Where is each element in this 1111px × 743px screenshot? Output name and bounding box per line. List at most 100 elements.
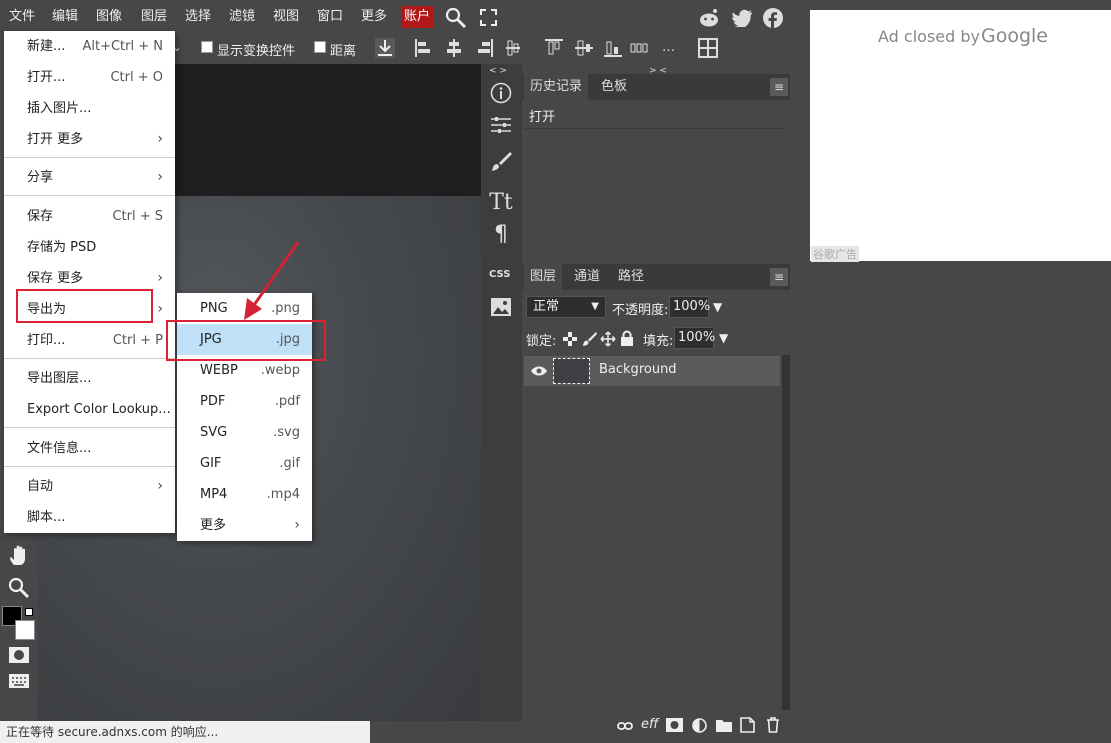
align-middle-icon[interactable] bbox=[503, 38, 523, 58]
menu-item-open-more[interactable]: 打开 更多 › bbox=[4, 124, 175, 155]
menu-layer[interactable]: 图层 bbox=[141, 8, 167, 26]
reddit-icon[interactable] bbox=[698, 8, 720, 28]
distance-checkbox[interactable] bbox=[314, 41, 326, 53]
layers-panel-menu-icon[interactable]: ≡ bbox=[770, 268, 788, 286]
new-layer-icon[interactable] bbox=[740, 717, 755, 733]
ad-text: Ad closed by bbox=[878, 27, 980, 46]
paragraph-icon[interactable]: ¶ bbox=[488, 222, 514, 248]
menu-filter[interactable]: 滤镜 bbox=[229, 8, 255, 26]
add-mask-icon[interactable] bbox=[666, 718, 683, 732]
quick-mask-icon[interactable] bbox=[9, 647, 29, 663]
align-vcenter-icon[interactable] bbox=[574, 38, 594, 58]
folder-icon[interactable] bbox=[716, 718, 732, 732]
grid-icon[interactable] bbox=[698, 38, 718, 58]
brush-icon[interactable] bbox=[490, 151, 512, 173]
chevron-right-icon: › bbox=[157, 270, 163, 286]
effects-button[interactable]: eff bbox=[641, 717, 658, 732]
file-menu: 新建... Alt+Ctrl + N 打开... Ctrl + O 插入图片... … bbox=[4, 31, 175, 533]
menu-more[interactable]: 更多 bbox=[361, 8, 387, 26]
menu-edit[interactable]: 编辑 bbox=[52, 8, 78, 26]
blend-mode-select[interactable]: 正常 ▼ bbox=[526, 296, 606, 318]
layers-body bbox=[522, 290, 790, 712]
export-gif[interactable]: GIF .gif bbox=[177, 448, 312, 479]
menu-item-automate[interactable]: 自动 › bbox=[4, 471, 175, 502]
facebook-icon[interactable] bbox=[763, 8, 783, 28]
menu-item-insert-image[interactable]: 插入图片... bbox=[4, 93, 175, 124]
show-transform-label: 显示变换控件 bbox=[217, 44, 296, 59]
download-icon[interactable] bbox=[375, 38, 395, 58]
layer-name[interactable]: Background bbox=[599, 362, 677, 377]
search-icon[interactable] bbox=[445, 7, 467, 29]
menu-select[interactable]: 选择 bbox=[185, 8, 211, 26]
swap-colors-icon[interactable] bbox=[25, 608, 33, 616]
align-top-icon[interactable] bbox=[544, 38, 564, 58]
align-bottom-icon[interactable] bbox=[603, 38, 623, 58]
text-tool-icon[interactable]: Tt bbox=[488, 190, 514, 216]
twitter-icon[interactable] bbox=[732, 9, 753, 27]
lock-pixels-brush-icon[interactable] bbox=[582, 331, 597, 346]
menu-item-file-info[interactable]: 文件信息... bbox=[4, 433, 175, 464]
css-label[interactable]: CSS bbox=[489, 269, 510, 280]
opacity-label: 不透明度: bbox=[612, 303, 669, 318]
export-svg[interactable]: SVG .svg bbox=[177, 417, 312, 448]
background-color-swatch[interactable] bbox=[15, 620, 35, 640]
tab-channels[interactable]: 通道 bbox=[574, 264, 600, 290]
export-pdf[interactable]: PDF .pdf bbox=[177, 386, 312, 417]
layers-panel: 图层 通道 路径 ≡ 正常 ▼ 不透明度: 100% ▼ 锁定: 填充: 100%… bbox=[522, 264, 790, 712]
menu-item-share[interactable]: 分享 › bbox=[4, 162, 175, 193]
ad-footer-label: 谷歌广告 bbox=[811, 246, 859, 262]
align-center-h-icon[interactable] bbox=[444, 38, 464, 58]
export-more[interactable]: 更多 › bbox=[177, 510, 312, 541]
lock-transparency-icon[interactable] bbox=[563, 332, 577, 346]
more-options-icon[interactable]: … bbox=[662, 40, 675, 55]
menu-image[interactable]: 图像 bbox=[96, 8, 122, 26]
opacity-dropdown-icon[interactable]: ▼ bbox=[713, 300, 722, 314]
adjustments-icon[interactable] bbox=[490, 114, 512, 136]
chevron-right-icon: › bbox=[157, 301, 163, 317]
tab-swatches[interactable]: 色板 bbox=[601, 74, 627, 100]
visibility-eye-icon[interactable] bbox=[530, 365, 548, 377]
opacity-input[interactable]: 100% bbox=[669, 296, 710, 318]
menu-window[interactable]: 窗口 bbox=[317, 8, 343, 26]
keyboard-icon[interactable] bbox=[9, 674, 29, 688]
menu-item-open[interactable]: 打开... Ctrl + O bbox=[4, 62, 175, 93]
fill-input[interactable]: 100% bbox=[674, 327, 715, 349]
distribute-icon[interactable] bbox=[629, 38, 649, 58]
tab-layers[interactable]: 图层 bbox=[524, 264, 563, 290]
fullscreen-icon[interactable] bbox=[480, 9, 497, 26]
menu-item-save[interactable]: 保存 Ctrl + S bbox=[4, 201, 175, 232]
adjustment-layer-icon[interactable] bbox=[692, 718, 707, 733]
menu-item-export-layers[interactable]: 导出图层... bbox=[4, 363, 175, 394]
delete-layer-icon[interactable] bbox=[766, 717, 780, 733]
menu-file[interactable]: 文件 bbox=[9, 8, 35, 26]
link-layers-icon[interactable] bbox=[617, 720, 633, 732]
layers-scrollbar[interactable] bbox=[782, 355, 790, 710]
menu-item-scripts[interactable]: 脚本... bbox=[4, 502, 175, 533]
chevron-right-icon: › bbox=[157, 478, 163, 494]
menu-item-new[interactable]: 新建... Alt+Ctrl + N bbox=[4, 31, 175, 62]
collapse-left-toggle[interactable]: < > bbox=[489, 66, 507, 76]
hand-tool-icon[interactable] bbox=[8, 545, 30, 567]
lock-position-move-icon[interactable] bbox=[600, 331, 616, 347]
info-icon[interactable] bbox=[490, 82, 512, 104]
history-list bbox=[524, 128, 783, 258]
tab-paths[interactable]: 路径 bbox=[618, 264, 644, 290]
tab-history[interactable]: 历史记录 bbox=[524, 74, 589, 100]
history-panel-menu-icon[interactable]: ≡ bbox=[770, 78, 788, 96]
history-entry[interactable]: 打开 bbox=[529, 106, 555, 125]
align-right-icon[interactable] bbox=[474, 38, 494, 58]
fill-dropdown-icon[interactable]: ▼ bbox=[719, 331, 728, 345]
menu-item-export-color-lookup[interactable]: Export Color Lookup... bbox=[4, 394, 175, 425]
layer-row[interactable]: Background bbox=[524, 356, 780, 386]
menu-separator bbox=[4, 157, 175, 158]
menu-view[interactable]: 视图 bbox=[273, 8, 299, 26]
export-mp4[interactable]: MP4 .mp4 bbox=[177, 479, 312, 510]
menu-account[interactable]: 账户 bbox=[401, 6, 434, 28]
zoom-tool-icon[interactable] bbox=[8, 577, 30, 599]
menu-item-save-psd[interactable]: 存储为 PSD bbox=[4, 232, 175, 263]
align-left-icon[interactable] bbox=[414, 38, 434, 58]
lock-all-icon[interactable] bbox=[620, 330, 634, 346]
image-icon[interactable] bbox=[491, 298, 511, 316]
menu-item-print[interactable]: 打印... Ctrl + P bbox=[4, 325, 175, 356]
show-transform-checkbox[interactable] bbox=[201, 41, 213, 53]
